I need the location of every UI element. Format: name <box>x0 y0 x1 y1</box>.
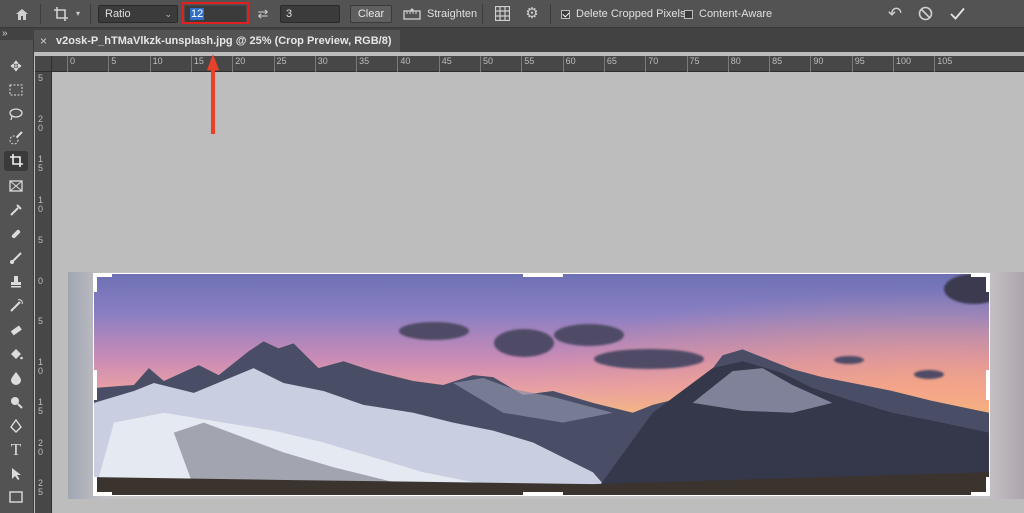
reset-icon[interactable]: ↶ <box>884 0 906 28</box>
gear-icon[interactable]: ⚙ <box>522 0 542 28</box>
ruler-tick-label: 65 <box>603 56 617 72</box>
ruler-tick-label: 30 <box>314 56 328 72</box>
eraser-tool-icon[interactable] <box>4 320 28 340</box>
crop-handle-bottom-left[interactable] <box>94 477 97 495</box>
crop-height-input[interactable]: 3 <box>280 5 340 23</box>
crop-handle-top[interactable] <box>523 274 563 277</box>
crop-box[interactable] <box>93 273 990 496</box>
ruler-tick-label: 85 <box>769 56 782 72</box>
document-canvas[interactable] <box>52 72 1024 513</box>
ruler-tick-label: 10 <box>38 194 44 214</box>
eyedropper-tool-icon[interactable] <box>4 200 28 220</box>
brush-tool-icon[interactable] <box>4 248 28 268</box>
red-arrow-annotation <box>207 54 219 134</box>
ruler-tick-label: 20 <box>38 437 44 457</box>
ruler-tick-label: 20 <box>38 113 44 133</box>
ruler-tick-label: 105 <box>934 56 952 72</box>
clear-button-label: Clear <box>357 8 385 20</box>
ruler-tick-label: 55 <box>521 56 534 72</box>
vertical-ruler[interactable]: 5 20 15 10 5 0 5 10 15 20 25 <box>35 72 52 513</box>
ruler-tick-label: 15 <box>190 56 204 72</box>
ruler-tick-label: 60 <box>562 56 576 72</box>
chevron-down-icon: ⌄ <box>164 9 172 19</box>
ruler-tick-label: 45 <box>438 56 452 72</box>
document-tab-row: × v2osk-P_hTMaVlkzk-unsplash.jpg @ 25% (… <box>0 28 1024 52</box>
grid-overlay-icon[interactable] <box>492 0 512 31</box>
swap-arrows-icon[interactable]: ⇄ <box>254 0 272 28</box>
checkmark-icon[interactable] <box>946 0 968 30</box>
crop-tool-icon[interactable] <box>4 151 28 171</box>
options-bar: ▾ Ratio ⌄ 12 ⇄ 3 Clear Straighten ⚙ Dele… <box>0 0 1024 28</box>
content-aware-label[interactable]: Content-Aware <box>699 0 772 28</box>
ruler-tick-label: 5 <box>38 235 44 245</box>
straighten-label[interactable]: Straighten <box>427 0 477 28</box>
crop-handle-left[interactable] <box>94 370 97 400</box>
expand-panels-icon[interactable]: » <box>2 28 8 39</box>
home-icon[interactable] <box>12 0 32 31</box>
ruler-tick-label: 25 <box>273 56 287 72</box>
ruler-tick-label: 90 <box>810 56 823 72</box>
ruler-tick-label: 50 <box>480 56 493 72</box>
move-tool-icon[interactable]: ✥ <box>4 56 28 76</box>
path-selection-tool-icon[interactable] <box>4 464 28 484</box>
document-title: v2osk-P_hTMaVlkzk-unsplash.jpg @ 25% (Cr… <box>56 35 392 47</box>
horizontal-ruler[interactable]: 0 5 10 15 20 25 30 35 40 45 50 55 60 65 70 75 80 85 90 95 10… <box>52 56 1024 72</box>
chevron-down-icon[interactable]: ▾ <box>73 0 83 28</box>
frame-tool-icon[interactable] <box>4 176 28 196</box>
document-tab[interactable]: × v2osk-P_hTMaVlkzk-unsplash.jpg @ 25% (… <box>34 30 400 52</box>
ruler-tick-label: 15 <box>38 397 44 416</box>
quick-selection-tool-icon[interactable] <box>4 128 28 148</box>
tools-panel: ✥ T <box>0 40 34 513</box>
ruler-tick-label: 80 <box>727 56 741 72</box>
ruler-tick-label: 35 <box>356 56 369 72</box>
ruler-tick-label: 10 <box>149 56 163 72</box>
ruler-tick-label: 40 <box>397 56 410 72</box>
close-tab-icon[interactable]: × <box>40 30 47 52</box>
pen-tool-icon[interactable] <box>4 416 28 436</box>
clear-button[interactable]: Clear <box>350 5 392 23</box>
mountain-range <box>94 341 989 495</box>
highlight-box <box>182 2 249 24</box>
crop-handle-bottom-right[interactable] <box>986 477 989 495</box>
ruler-tick-label: 15 <box>38 154 44 173</box>
ratio-select[interactable]: Ratio ⌄ <box>98 5 178 23</box>
crop-handle-bottom[interactable] <box>523 492 563 495</box>
ruler-tick-label: 0 <box>38 275 44 286</box>
crop-handle-right[interactable] <box>986 370 989 400</box>
ruler-tick-label: 100 <box>893 56 911 72</box>
ruler-tick-label: 0 <box>67 56 75 72</box>
ruler-tick-label: 25 <box>38 478 44 497</box>
ruler-tick-label: 5 <box>108 56 116 72</box>
ratio-select-value: Ratio <box>105 8 131 20</box>
content-aware-checkbox[interactable] <box>684 10 693 19</box>
healing-brush-tool-icon[interactable] <box>4 224 28 244</box>
marquee-tool-icon[interactable] <box>4 80 28 100</box>
delete-cropped-checkbox[interactable] <box>561 10 570 19</box>
delete-cropped-label[interactable]: Delete Cropped Pixels <box>576 0 685 28</box>
crop-height-value: 3 <box>286 8 293 20</box>
rectangle-tool-icon[interactable] <box>4 487 28 507</box>
ruler-tick-label: 10 <box>38 356 44 376</box>
history-brush-tool-icon[interactable] <box>4 296 28 316</box>
ruler-tick-label: 70 <box>645 56 658 72</box>
straighten-icon[interactable] <box>402 0 422 30</box>
ruler-tick-label: 5 <box>38 73 44 83</box>
lasso-tool-icon[interactable] <box>4 104 28 124</box>
paint-bucket-tool-icon[interactable] <box>4 344 28 364</box>
blur-tool-icon[interactable] <box>4 368 28 388</box>
type-tool-icon[interactable]: T <box>4 440 28 460</box>
ruler-tick-label: 20 <box>232 56 245 72</box>
ruler-corner <box>35 56 52 72</box>
ruler-tick-label: 95 <box>851 56 865 72</box>
clone-stamp-tool-icon[interactable] <box>4 272 28 292</box>
crop-handle-top-left[interactable] <box>94 274 97 292</box>
cancel-icon[interactable] <box>914 0 936 31</box>
ruler-tick-label: 5 <box>38 316 44 326</box>
dodge-tool-icon[interactable] <box>4 392 28 412</box>
ruler-tick-label: 75 <box>686 56 700 72</box>
crop-handle-top-right[interactable] <box>986 274 989 292</box>
